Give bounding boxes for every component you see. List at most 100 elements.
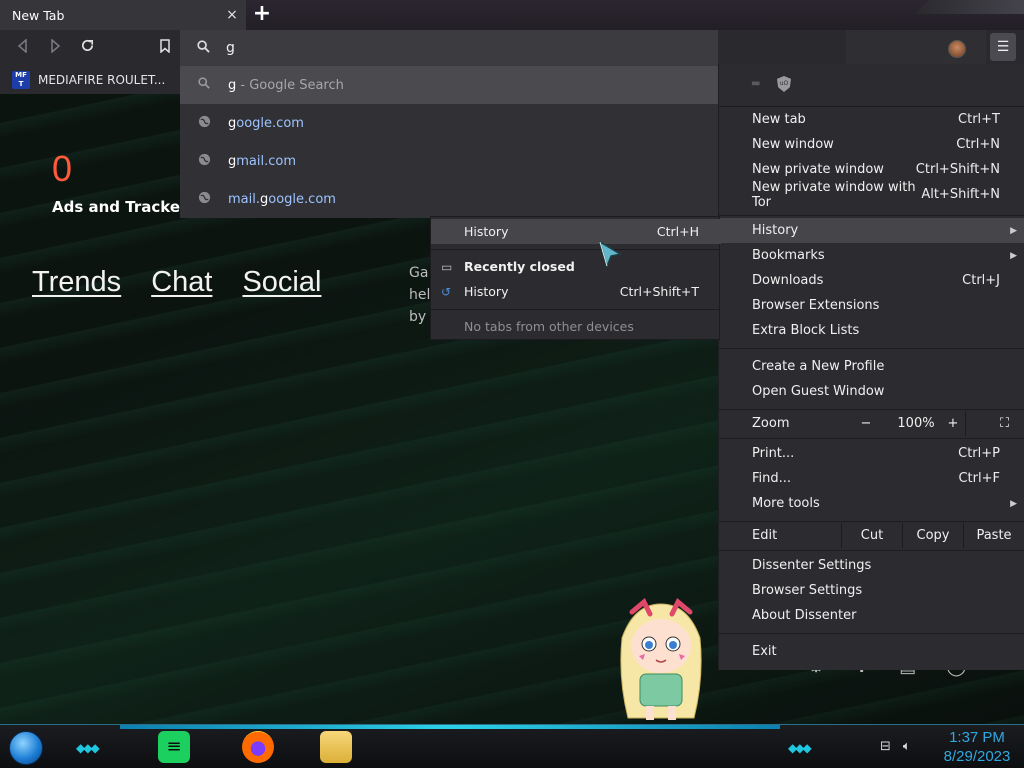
submenu-history[interactable]: History Ctrl+H — [431, 219, 721, 244]
menu-separator — [431, 249, 719, 250]
cut-button[interactable]: Cut — [841, 523, 902, 548]
suggestion-mail-google-com[interactable]: mail.google.com — [180, 180, 718, 218]
tabstrip-decoration — [914, 0, 1024, 14]
suggestion-google-com[interactable]: google.com — [180, 104, 718, 142]
chevron-decoration-icon: ◆◆◆ — [788, 741, 812, 755]
new-tab-button[interactable]: + — [251, 3, 273, 26]
fullscreen-icon[interactable]: ⛶ — [965, 411, 1024, 436]
globe-icon — [180, 191, 228, 208]
history-submenu: History Ctrl+H ▭ Recently closed ↺ Histor… — [430, 216, 721, 340]
menu-separator — [719, 215, 1024, 216]
menu-new-tab[interactable]: New tab Ctrl+T — [719, 107, 1024, 132]
menu-print[interactable]: Print... Ctrl+P — [719, 441, 1024, 466]
link-chat[interactable]: Chat — [151, 266, 212, 299]
menu-more-tools[interactable]: More tools ▶ — [719, 491, 1024, 516]
shield-icon[interactable]: uO — [777, 76, 791, 92]
menu-new-window[interactable]: New window Ctrl+N — [719, 132, 1024, 157]
globe-icon — [180, 153, 228, 170]
edit-controls: Cut Copy Paste — [841, 523, 1024, 548]
address-input[interactable] — [226, 40, 626, 56]
link-social[interactable]: Social — [242, 266, 321, 299]
search-icon — [180, 77, 228, 93]
menu-separator — [719, 438, 1024, 439]
menu-browser-settings[interactable]: Browser Settings — [719, 578, 1024, 603]
clock-time: 1:37 PM — [949, 729, 1005, 746]
bookmark-icon[interactable] — [154, 38, 176, 58]
no-tabs-message: No tabs from other devices — [464, 319, 634, 334]
toolbar — [0, 30, 1024, 66]
menu-separator — [719, 633, 1024, 634]
menu-downloads[interactable]: Downloads Ctrl+J — [719, 268, 1024, 293]
menu-separator — [719, 521, 1024, 522]
clock[interactable]: 1:37 PM 8/29/2023 — [934, 728, 1020, 766]
suggestion-google-search[interactable]: g - Google Search — [180, 66, 718, 104]
taskbar-glow — [120, 725, 780, 729]
reload-icon[interactable] — [76, 38, 98, 58]
submenu-arrow-icon: ▶ — [1010, 225, 1017, 236]
submenu-arrow-icon: ▶ — [1010, 250, 1017, 261]
system-tray: ⊟ 🔈︎ — [880, 739, 911, 754]
mediafire-icon: MF T — [12, 71, 30, 89]
menu-create-profile[interactable]: Create a New Profile — [719, 354, 1024, 379]
mouse-cursor-icon — [598, 240, 622, 269]
cartoon-sticker — [620, 598, 702, 720]
clock-date: 8/29/2023 — [943, 748, 1011, 765]
ads-blocked-count: 0 — [52, 148, 73, 189]
zoom-controls: − 100% + ⛶ — [841, 411, 1024, 436]
menu-find[interactable]: Find... Ctrl+F — [719, 466, 1024, 491]
globe-icon — [180, 115, 228, 132]
menu-browser-extensions[interactable]: Browser Extensions — [719, 293, 1024, 318]
partial-text: Ga hel by — [409, 265, 431, 325]
window-icon: ▭ — [441, 259, 453, 274]
tab-new-tab[interactable]: New Tab × — [0, 0, 246, 30]
page-nav-links: Trends Chat Social — [32, 266, 321, 299]
history-clock-icon: ↺ — [441, 284, 452, 299]
bookmark-item[interactable]: MF T MEDIAFIRE ROULET... — [12, 71, 165, 89]
suggestion-gmail-com[interactable]: gmail.com — [180, 142, 718, 180]
menu-dissenter-settings[interactable]: Dissenter Settings — [719, 553, 1024, 578]
back-arrow-icon[interactable] — [12, 38, 34, 58]
hamburger-icon[interactable]: ☰ — [990, 33, 1016, 61]
taskbar: ◆◆◆ ◆◆◆ ≡ ⊟ 🔈︎ 1:37 PM 8/29/2023 — [0, 724, 1024, 768]
zoom-level: 100% — [897, 416, 935, 431]
tab-title: New Tab — [12, 7, 65, 23]
paste-button[interactable]: Paste — [963, 523, 1024, 548]
zoom-in-button[interactable]: + — [941, 416, 965, 431]
recently-closed-history[interactable]: ↺ History Ctrl+Shift+T — [431, 279, 721, 304]
zoom-out-button[interactable]: − — [841, 416, 891, 431]
tab-close-icon[interactable]: × — [224, 6, 240, 24]
spotify-icon[interactable]: ≡ — [158, 731, 190, 763]
menu-bookmarks[interactable]: Bookmarks ▶ — [719, 243, 1024, 268]
file-explorer-icon[interactable] — [320, 731, 352, 763]
link-trends[interactable]: Trends — [32, 266, 121, 299]
browser-main-menu: ▬ uO New tab Ctrl+T New window Ctrl+N New … — [718, 64, 1024, 670]
profile-avatar[interactable] — [948, 40, 966, 58]
submenu-arrow-icon: ▶ — [1010, 498, 1017, 509]
forward-arrow-icon[interactable] — [44, 38, 66, 58]
volume-icon[interactable]: 🔈︎ — [903, 739, 911, 754]
ads-blocked-label: Ads and Trackers — [52, 198, 197, 216]
omnibox-suggestions: g - Google Search google.com gmail.com m… — [180, 66, 718, 218]
address-bar[interactable] — [180, 30, 718, 66]
dark-extension-icon[interactable]: ▬ — [751, 78, 767, 90]
menu-history[interactable]: History ▶ — [719, 218, 1024, 243]
menu-separator — [719, 348, 1024, 349]
menu-exit[interactable]: Exit — [719, 639, 1024, 664]
menu-zoom: Zoom − 100% + ⛶ — [719, 411, 1024, 436]
copy-button[interactable]: Copy — [902, 523, 963, 548]
menu-edit: Edit Cut Copy Paste — [719, 523, 1024, 548]
menu-separator — [431, 309, 719, 310]
menu-extra-block-lists[interactable]: Extra Block Lists — [719, 318, 1024, 343]
recently-closed-header: ▭ Recently closed — [441, 259, 575, 274]
menu-separator — [719, 409, 1024, 410]
menu-top-icons: ▬ uO — [751, 76, 791, 92]
network-icon[interactable]: ⊟ — [880, 739, 891, 754]
start-button[interactable] — [9, 731, 43, 765]
menu-new-private-window-tor[interactable]: New private window with Tor Alt+Shift+N — [719, 180, 1024, 210]
firefox-icon[interactable] — [242, 731, 274, 763]
menu-separator — [719, 550, 1024, 551]
menu-guest-window[interactable]: Open Guest Window — [719, 379, 1024, 404]
menu-about[interactable]: About Dissenter — [719, 603, 1024, 628]
menu-new-private-window[interactable]: New private window Ctrl+Shift+N — [719, 157, 1024, 182]
tab-strip: New Tab × + — [0, 0, 1024, 30]
